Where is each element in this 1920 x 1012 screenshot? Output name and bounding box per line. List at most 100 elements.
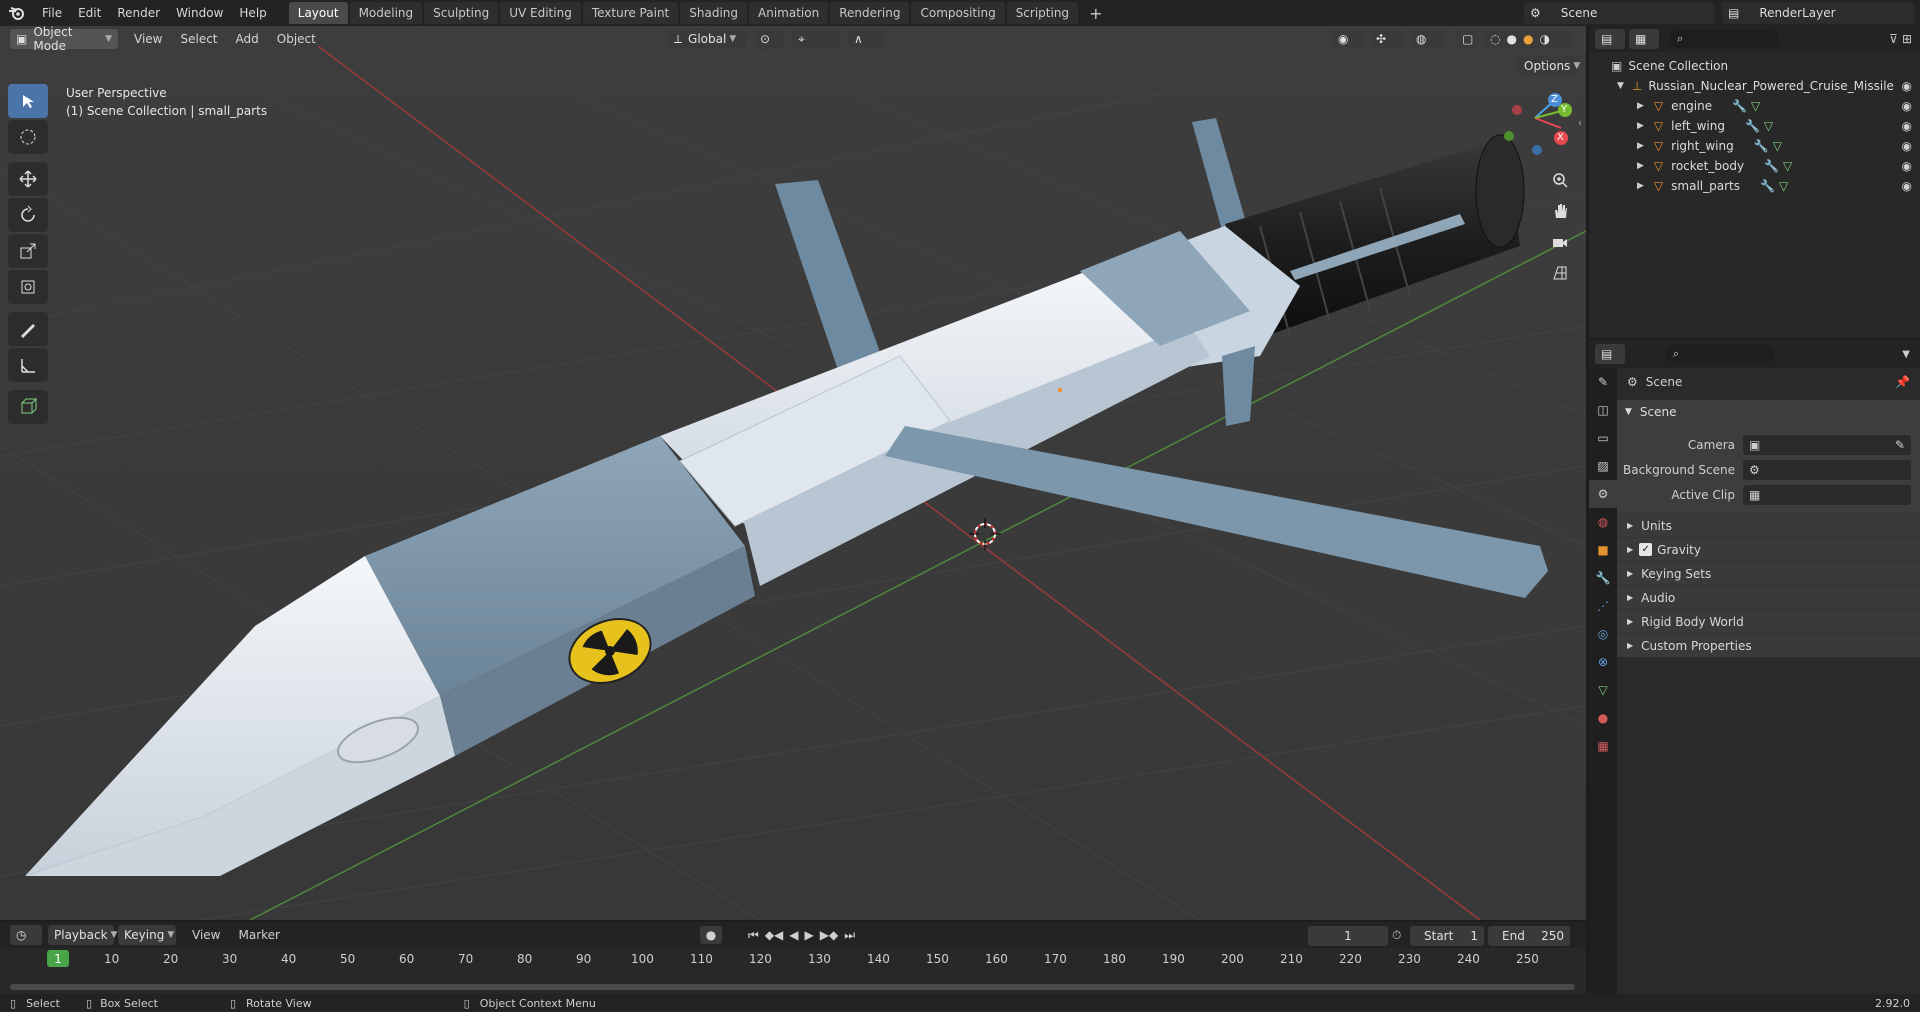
outliner-item-engine[interactable]: ▶ ▽ engine 🔧 ▽ ◉: [1589, 96, 1920, 116]
menu-render[interactable]: Render: [109, 6, 168, 20]
keying-dropdown[interactable]: Keying ▼: [118, 925, 176, 945]
stopwatch-icon[interactable]: ⏱: [1392, 928, 1401, 943]
frame-ruler[interactable]: 1 10 20 30 40 50 60 70 80 90 100 110 120…: [0, 948, 1586, 970]
gizmo-toggle-icon[interactable]: ✣: [1370, 29, 1402, 49]
prev-keyframe-icon[interactable]: ◆◀: [765, 928, 783, 942]
active-clip-field[interactable]: ▦: [1743, 484, 1911, 505]
output-tab-icon[interactable]: ▭: [1589, 424, 1617, 452]
camera-field[interactable]: ▣ ✎: [1743, 434, 1911, 455]
zoom-icon[interactable]: [1546, 166, 1574, 194]
measure-tool-icon[interactable]: [8, 348, 48, 382]
playback-dropdown[interactable]: Playback ▼: [48, 925, 117, 945]
cursor-tool-icon[interactable]: [8, 120, 48, 154]
timeline-menu-view[interactable]: View: [192, 928, 220, 942]
outliner-item-left-wing[interactable]: ▶ ▽ left_wing 🔧 ▽ ◉: [1589, 116, 1920, 136]
expand-right-icon[interactable]: ▶: [1637, 161, 1644, 171]
expand-right-icon[interactable]: ▶: [1637, 181, 1644, 191]
outliner-scene-collection[interactable]: ▣ Scene Collection: [1589, 56, 1920, 76]
editor-type-icon[interactable]: ◷: [10, 925, 42, 945]
expand-down-icon[interactable]: ▼: [1617, 81, 1624, 91]
custom-properties-panel-header[interactable]: ▶ Custom Properties: [1617, 633, 1920, 657]
tab-shading[interactable]: Shading: [680, 2, 747, 24]
start-frame-field[interactable]: Start 1: [1410, 926, 1484, 946]
next-keyframe-icon[interactable]: ▶◆: [820, 928, 838, 942]
pivot-point-icon[interactable]: ⊙: [754, 29, 784, 49]
world-tab-icon[interactable]: ◍: [1589, 508, 1617, 536]
object-mode-dropdown[interactable]: ▣ Object Mode ▼: [10, 26, 118, 53]
jump-start-icon[interactable]: ⏮: [748, 928, 759, 943]
transform-tool-icon[interactable]: [8, 270, 48, 304]
viewport-scene[interactable]: [0, 26, 1586, 920]
menu-help[interactable]: Help: [231, 6, 274, 20]
editor-type-icon[interactable]: ▤: [1595, 344, 1625, 364]
editor-type-icon[interactable]: ▤: [1595, 29, 1625, 49]
tab-scripting[interactable]: Scripting: [1006, 2, 1079, 24]
eye-icon[interactable]: ◉: [1902, 159, 1912, 173]
camera-view-icon[interactable]: [1546, 228, 1574, 256]
gravity-checkbox[interactable]: ✓: [1639, 543, 1653, 556]
material-tab-icon[interactable]: ●: [1589, 704, 1617, 732]
scene-tab-icon[interactable]: ⚙: [1589, 480, 1617, 508]
menu-window[interactable]: Window: [168, 6, 231, 20]
annotate-tool-icon[interactable]: [8, 312, 48, 346]
eye-icon[interactable]: ◉: [1902, 139, 1912, 153]
viewport-menu-view[interactable]: View: [134, 32, 162, 46]
play-icon[interactable]: ▶: [805, 928, 814, 942]
tab-compositing[interactable]: Compositing: [911, 2, 1005, 24]
ortho-grid-icon[interactable]: [1546, 259, 1574, 287]
background-scene-field[interactable]: ⚙: [1743, 459, 1911, 480]
current-frame-field[interactable]: 1: [1308, 926, 1388, 946]
expand-right-icon[interactable]: ▶: [1637, 101, 1644, 111]
constraints-tab-icon[interactable]: ⊗: [1589, 648, 1617, 676]
sidebar-toggle-icon[interactable]: ‹: [1578, 118, 1582, 129]
proportional-edit-icon[interactable]: ∧: [848, 29, 884, 49]
tab-rendering[interactable]: Rendering: [830, 2, 910, 24]
object-tab-icon[interactable]: ■: [1589, 536, 1617, 564]
data-tab-icon[interactable]: ▽: [1589, 676, 1617, 704]
view-layer-selector[interactable]: ▤ RenderLayer: [1722, 2, 1914, 24]
timeline-menu-marker[interactable]: Marker: [238, 928, 279, 942]
3d-viewport[interactable]: Z X Y ▣ Object Mode ▼ View Select Add Ob…: [0, 26, 1586, 920]
rotate-tool-icon[interactable]: [8, 198, 48, 232]
transform-orientation-dropdown[interactable]: ⟂ Global ▼: [668, 29, 746, 49]
viewport-menu-select[interactable]: Select: [180, 32, 217, 46]
scale-tool-icon[interactable]: [8, 234, 48, 268]
tab-animation[interactable]: Animation: [749, 2, 829, 24]
outliner-collection[interactable]: ▼ ⊥ Russian_Nuclear_Powered_Cruise_Missi…: [1589, 76, 1920, 96]
modifier-tab-icon[interactable]: 🔧: [1589, 564, 1617, 592]
menu-edit[interactable]: Edit: [70, 6, 109, 20]
render-tab-icon[interactable]: ◫: [1589, 396, 1617, 424]
expand-right-icon[interactable]: ▶: [1637, 141, 1644, 151]
audio-panel-header[interactable]: ▶ Audio: [1617, 585, 1920, 609]
new-collection-icon[interactable]: ⊞: [1902, 32, 1912, 46]
physics-tab-icon[interactable]: ◎: [1589, 620, 1617, 648]
tab-texture-paint[interactable]: Texture Paint: [582, 2, 679, 24]
pin-icon[interactable]: 📌: [1895, 375, 1910, 389]
display-mode-icon[interactable]: ▦: [1629, 29, 1659, 49]
view-layer-tab-icon[interactable]: ▨: [1589, 452, 1617, 480]
filter-icon[interactable]: ⊽: [1889, 32, 1898, 46]
add-cube-tool-icon[interactable]: [8, 390, 48, 424]
jump-end-icon[interactable]: ⏭: [844, 928, 855, 943]
eye-icon[interactable]: ◉: [1902, 119, 1912, 133]
scene-panel-header[interactable]: ▼ Scene: [1617, 400, 1920, 424]
timeline-scrollbar[interactable]: [10, 984, 1575, 990]
tab-layout[interactable]: Layout: [288, 2, 348, 24]
gravity-panel-header[interactable]: ▶ ✓ Gravity: [1617, 537, 1920, 561]
material-shading-icon[interactable]: ●: [1523, 32, 1533, 46]
keying-sets-panel-header[interactable]: ▶ Keying Sets: [1617, 561, 1920, 585]
units-panel-header[interactable]: ▶ Units: [1617, 513, 1920, 537]
eye-icon[interactable]: ◉: [1902, 79, 1912, 93]
outliner-item-rocket-body[interactable]: ▶ ▽ rocket_body 🔧 ▽ ◉: [1589, 156, 1920, 176]
viewport-menu-object[interactable]: Object: [277, 32, 316, 46]
chevron-down-icon[interactable]: ▼: [1902, 349, 1910, 360]
rigid-body-world-panel-header[interactable]: ▶ Rigid Body World: [1617, 609, 1920, 633]
menu-file[interactable]: File: [34, 6, 70, 20]
play-reverse-icon[interactable]: ◀: [789, 928, 798, 942]
expand-right-icon[interactable]: ▶: [1637, 121, 1644, 131]
viewport-menu-add[interactable]: Add: [236, 32, 259, 46]
tab-modeling[interactable]: Modeling: [349, 2, 423, 24]
shading-modes[interactable]: ◌ ● ● ◑: [1484, 29, 1570, 49]
particles-tab-icon[interactable]: ⋰: [1589, 592, 1617, 620]
end-frame-field[interactable]: End 250: [1488, 926, 1570, 946]
